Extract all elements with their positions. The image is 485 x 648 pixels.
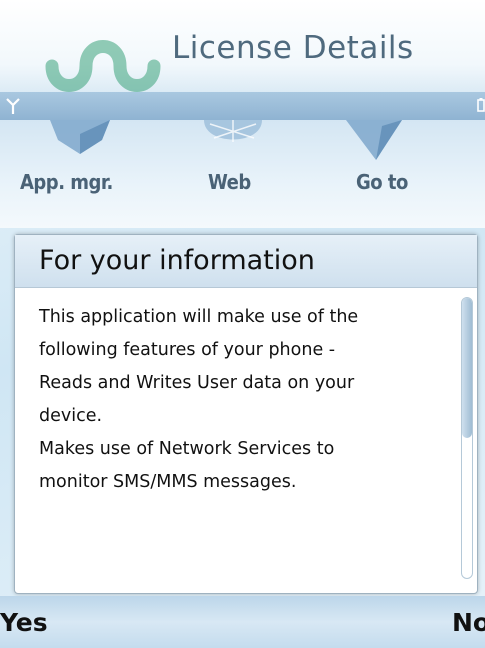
app-title: License Details: [172, 30, 414, 66]
toolbar-item-web[interactable]: Web: [180, 120, 280, 228]
battery-icon: [477, 98, 485, 112]
toolbar-label: Go to: [356, 170, 408, 194]
status-strip: [0, 92, 485, 120]
dialog-text-line: Makes use of Network Services to: [39, 439, 335, 459]
dialog-text-line: Reads and Writes User data on your: [39, 373, 355, 393]
toolbar-item-goto[interactable]: Go to: [320, 120, 420, 228]
dialog-text-line: This application will make use of the: [39, 307, 359, 327]
softkey-yes-button[interactable]: Yes: [0, 608, 48, 637]
toolbar-item-app-manager[interactable]: App. mgr.: [14, 120, 144, 228]
dialog-scrollbar[interactable]: [461, 297, 473, 579]
dialog-body: This application will make use of the fo…: [39, 301, 459, 499]
info-dialog: For your information This application wi…: [14, 234, 478, 594]
phone-screen: License Details App. mgr. Web Go to For …: [0, 0, 485, 648]
softkey-bar: Yes No: [0, 596, 485, 648]
app-manager-icon: [50, 120, 110, 154]
web-globe-icon: [204, 120, 262, 142]
goto-icon: [346, 120, 402, 160]
toolbar: App. mgr. Web Go to: [0, 120, 485, 228]
scrollbar-thumb[interactable]: [462, 298, 472, 438]
dialog-text-line: following features of your phone -: [39, 340, 336, 360]
toolbar-label: Web: [208, 170, 251, 194]
dialog-text-line: monitor SMS/MMS messages.: [39, 472, 297, 492]
umu-logo-icon: [45, 40, 161, 92]
softkey-no-button[interactable]: No: [452, 608, 485, 637]
toolbar-label: App. mgr.: [20, 170, 113, 194]
dialog-header: For your information: [15, 235, 477, 288]
title-bar: License Details: [0, 0, 485, 92]
dialog-title: For your information: [39, 245, 315, 276]
signal-antenna-icon: [6, 98, 20, 114]
dialog-text-line: device.: [39, 406, 103, 426]
